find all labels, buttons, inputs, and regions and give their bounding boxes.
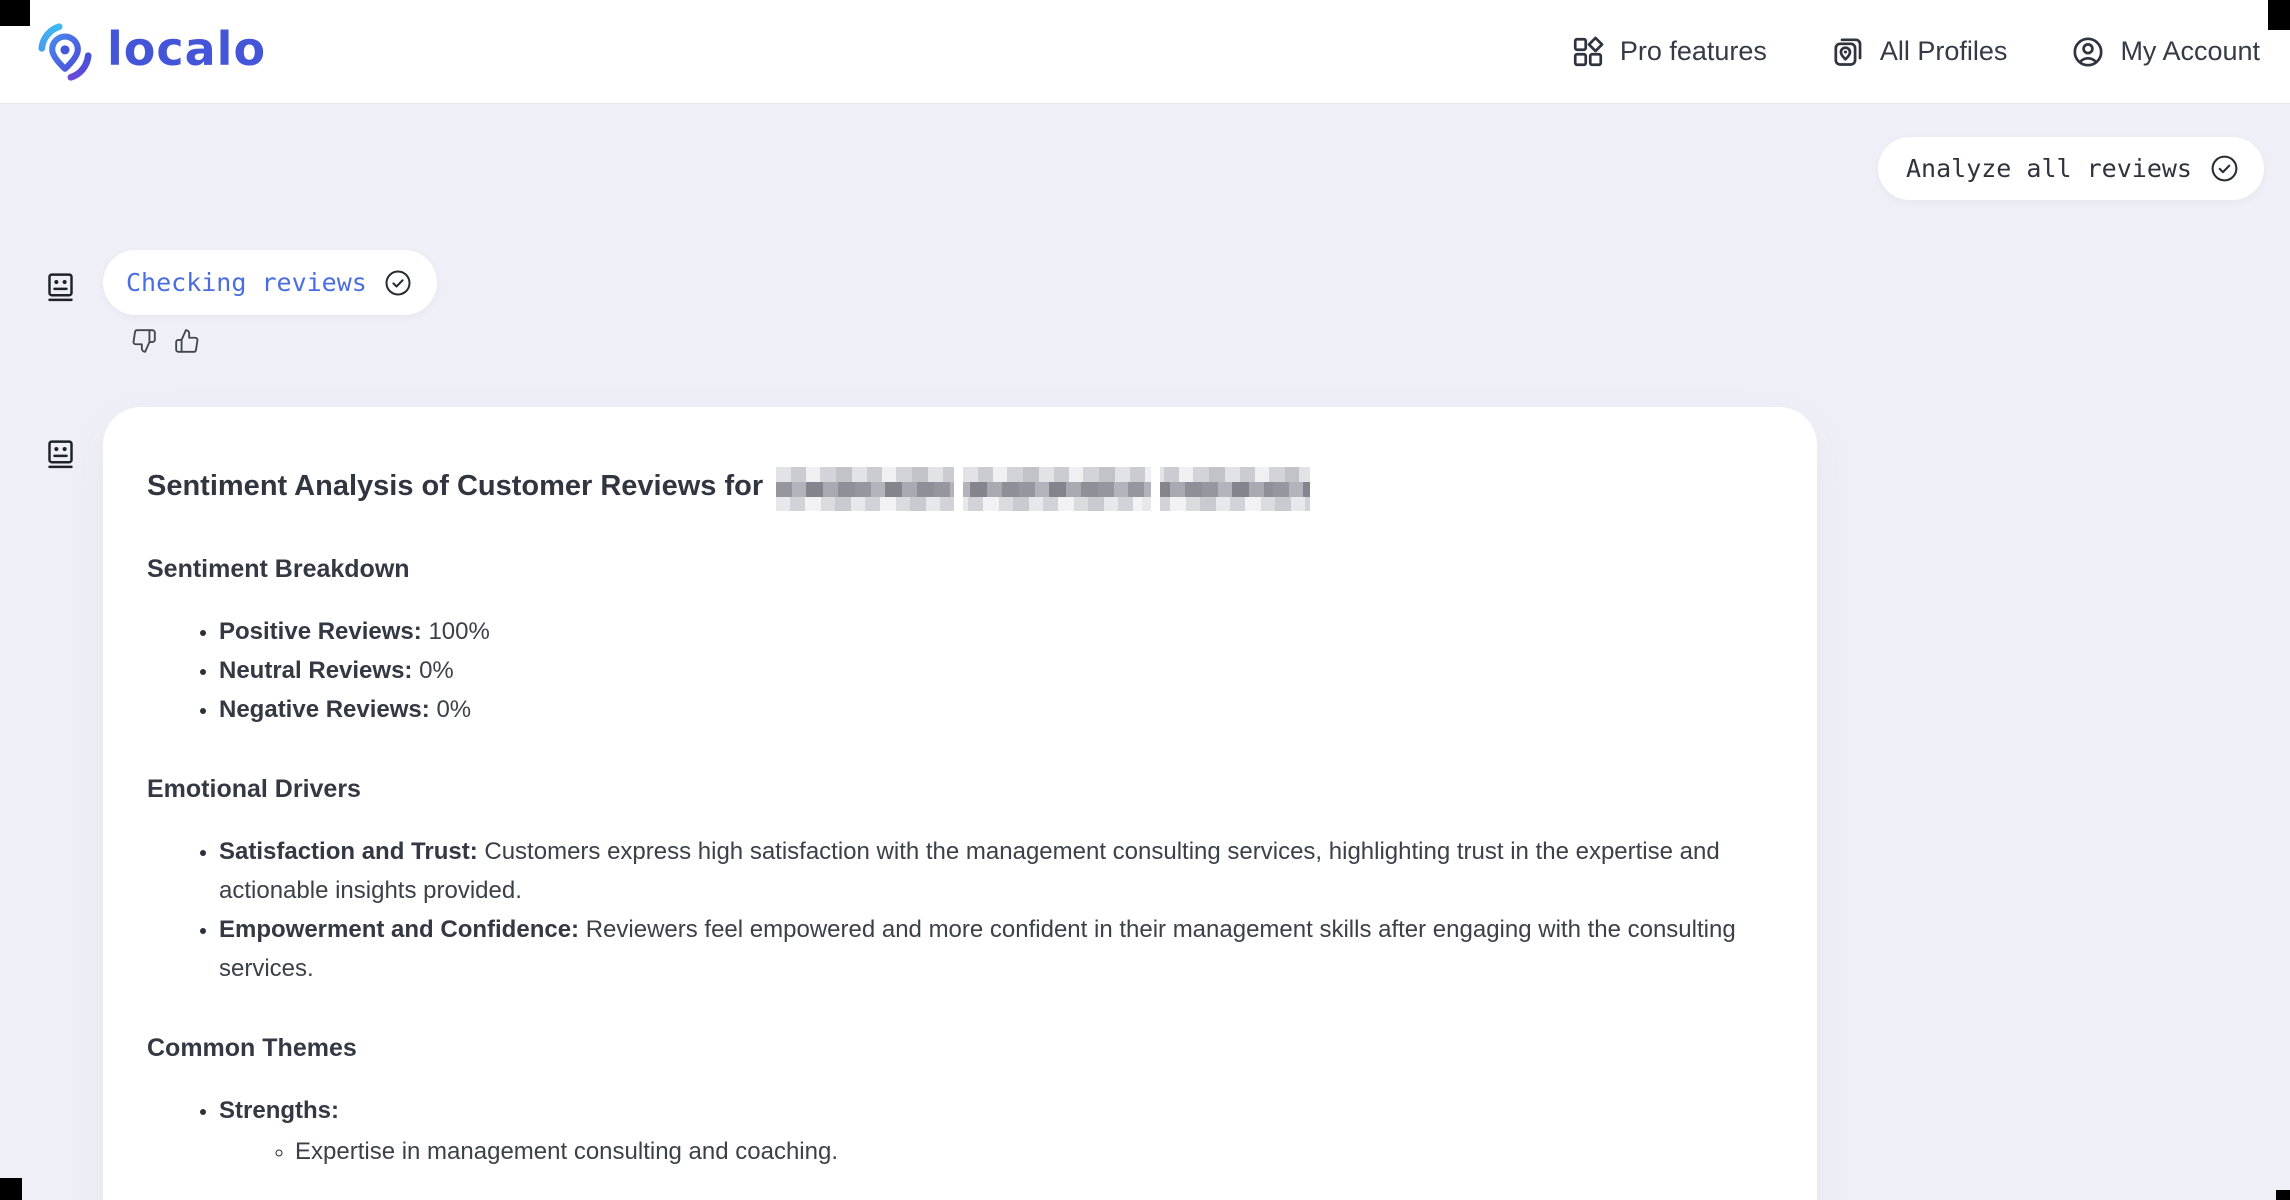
analyze-all-reviews-button[interactable]: Analyze all reviews: [1878, 137, 2264, 200]
grid-diamond-icon: [1571, 35, 1605, 69]
emotional-drivers-list: Satisfaction and Trust: Customers expres…: [147, 832, 1771, 988]
list-item: Positive Reviews: 100%: [219, 612, 1771, 651]
nav-item-my-account[interactable]: My Account: [2071, 35, 2260, 69]
screen-corner-marker: [0, 0, 30, 26]
bot-face-icon: [44, 438, 77, 471]
nav-item-all-profiles[interactable]: All Profiles: [1831, 35, 2008, 69]
top-header: localo Pro features: [0, 0, 2290, 104]
list-item: Negative Reviews: 0%: [219, 690, 1771, 729]
feedback-buttons: [131, 328, 200, 354]
list-item: Strengths: Expertise in management consu…: [219, 1091, 1771, 1171]
card-title: Sentiment Analysis of Customer Reviews f…: [147, 465, 1771, 509]
common-themes-list: Strengths: Expertise in management consu…: [147, 1091, 1771, 1171]
check-circle-icon: [2209, 153, 2240, 184]
sentiment-breakdown-list: Positive Reviews: 100% Neutral Reviews: …: [147, 612, 1771, 729]
screen-corner-marker: [2268, 0, 2290, 30]
list-item: Neutral Reviews: 0%: [219, 651, 1771, 690]
localo-logo[interactable]: localo: [33, 19, 266, 85]
list-item: Expertise in management consulting and c…: [295, 1132, 1771, 1171]
sentiment-analysis-card: Sentiment Analysis of Customer Reviews f…: [103, 407, 1817, 1200]
card-title-text: Sentiment Analysis of Customer Reviews f…: [147, 468, 763, 506]
nav-label: Pro features: [1620, 36, 1767, 67]
user-circle-icon: [2071, 35, 2105, 69]
section-heading-emotional-drivers: Emotional Drivers: [147, 775, 1771, 804]
list-item: Empowerment and Confidence: Reviewers fe…: [219, 910, 1771, 988]
check-circle-icon: [383, 268, 413, 298]
localo-pin-icon: [33, 19, 97, 85]
strengths-sublist: Expertise in management consulting and c…: [219, 1132, 1771, 1171]
thumbs-down-icon[interactable]: [131, 328, 157, 354]
section-heading-sentiment-breakdown: Sentiment Breakdown: [147, 555, 1771, 584]
screen-corner-marker: [2276, 1190, 2290, 1200]
analyze-all-reviews-label: Analyze all reviews: [1906, 154, 2192, 183]
nav-label: My Account: [2120, 36, 2260, 67]
thumbs-up-icon[interactable]: [174, 328, 200, 354]
checking-reviews-label: Checking reviews: [126, 268, 367, 297]
nav-item-pro-features[interactable]: Pro features: [1571, 35, 1767, 69]
bot-face-icon: [44, 271, 77, 304]
screen-corner-marker: [0, 1178, 22, 1200]
section-heading-common-themes: Common Themes: [147, 1034, 1771, 1063]
localo-wordmark: localo: [107, 22, 266, 76]
redacted-business-name: [776, 467, 1310, 511]
list-item: Satisfaction and Trust: Customers expres…: [219, 832, 1771, 910]
nav-label: All Profiles: [1880, 36, 2008, 67]
checking-reviews-chip[interactable]: Checking reviews: [103, 250, 437, 315]
profiles-stack-pin-icon: [1831, 35, 1865, 69]
header-nav: Pro features All Profiles M: [1571, 35, 2260, 69]
